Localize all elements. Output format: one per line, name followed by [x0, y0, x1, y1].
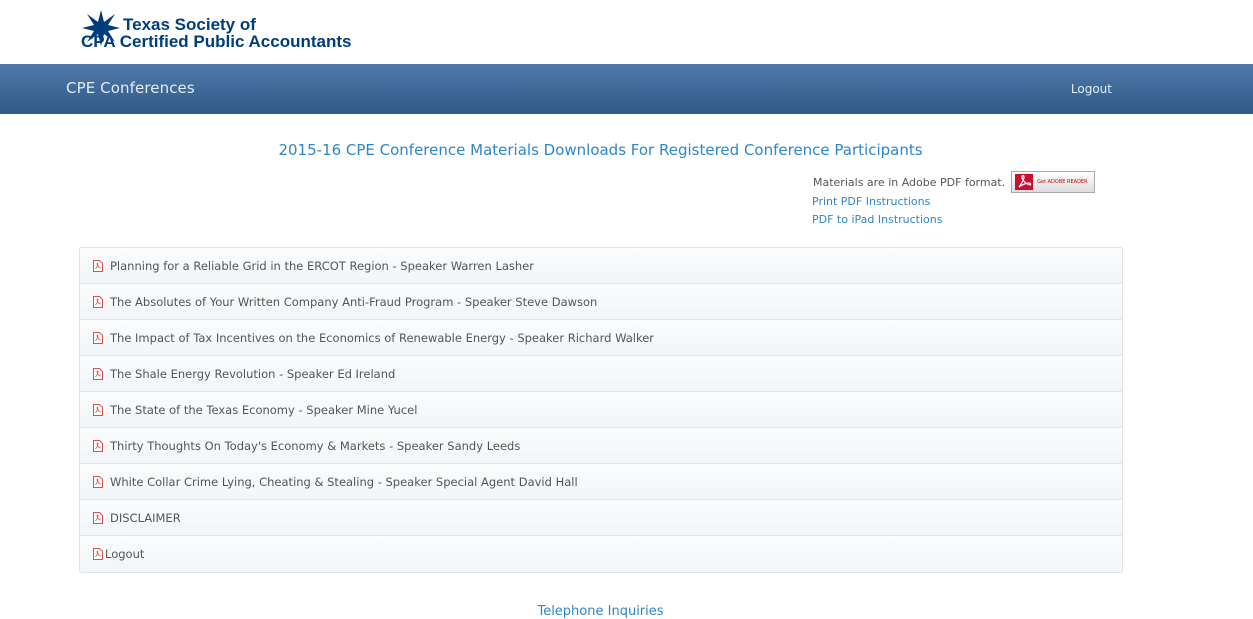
- list-item[interactable]: The Shale Energy Revolution - Speaker Ed…: [80, 356, 1122, 392]
- telephone-inquiries-heading: Telephone Inquiries: [537, 604, 664, 619]
- list-item-label: Logout: [105, 547, 145, 561]
- list-item[interactable]: The State of the Texas Economy - Speaker…: [80, 392, 1122, 428]
- pdf-file-icon: [93, 367, 103, 380]
- list-item[interactable]: White Collar Crime Lying, Cheating & Ste…: [80, 464, 1122, 500]
- list-item-logout[interactable]: Logout: [80, 536, 1122, 572]
- get-adobe-reader-button[interactable]: Get ADOBE READER: [1011, 171, 1096, 193]
- list-item[interactable]: Planning for a Reliable Grid in the ERCO…: [80, 248, 1122, 284]
- pdf-file-icon: [93, 548, 103, 560]
- logo-line2: CPA Certified Public Accountants: [81, 32, 352, 51]
- navbar: CPE Conferences Logout: [0, 64, 1253, 114]
- materials-list: Planning for a Reliable Grid in the ERCO…: [79, 247, 1123, 573]
- list-item-label: The State of the Texas Economy - Speaker…: [110, 402, 418, 417]
- list-item-disclaimer[interactable]: DISCLAIMER: [80, 500, 1122, 536]
- logo-area: Texas Society of CPA Certified Public Ac…: [0, 0, 1253, 64]
- pdf-to-ipad-instructions-link[interactable]: PDF to iPad Instructions: [812, 213, 943, 226]
- logo-text: Texas Society of CPA Certified Public Ac…: [81, 15, 351, 50]
- pdf-file-icon: [93, 259, 103, 272]
- list-item-label: Planning for a Reliable Grid in the ERCO…: [110, 258, 534, 273]
- adobe-badge-text: Get ADOBE READER: [1037, 179, 1088, 185]
- list-item-label: Thirty Thoughts On Today's Economy & Mar…: [110, 438, 521, 453]
- pdf-file-icon: [93, 475, 103, 488]
- list-item[interactable]: The Impact of Tax Incentives on the Econ…: [80, 320, 1122, 356]
- pdf-note-text: Materials are in Adobe PDF format.: [813, 175, 1006, 189]
- list-item[interactable]: The Absolutes of Your Written Company An…: [80, 284, 1122, 320]
- pdf-file-icon: [93, 295, 103, 308]
- nav-brand[interactable]: CPE Conferences: [66, 79, 195, 97]
- pdf-format-note: Materials are in Adobe PDF format. Get A…: [813, 171, 1096, 193]
- list-item-label: The Shale Energy Revolution - Speaker Ed…: [110, 366, 396, 381]
- list-item-label: The Absolutes of Your Written Company An…: [110, 294, 598, 309]
- print-pdf-instructions-link[interactable]: Print PDF Instructions: [812, 195, 930, 208]
- pdf-file-icon: [93, 439, 103, 452]
- list-item-label: DISCLAIMER: [110, 510, 181, 525]
- pdf-file-icon: [93, 331, 103, 344]
- list-item-label: The Impact of Tax Incentives on the Econ…: [110, 330, 655, 345]
- page-title: 2015-16 CPE Conference Materials Downloa…: [278, 141, 923, 159]
- logo-line1: Texas Society of: [123, 15, 256, 34]
- pdf-file-icon: [93, 403, 103, 416]
- nav-logout-link[interactable]: Logout: [1071, 82, 1112, 96]
- list-item[interactable]: Thirty Thoughts On Today's Economy & Mar…: [80, 428, 1122, 464]
- adobe-acrobat-icon: [1015, 174, 1034, 190]
- list-item-label: White Collar Crime Lying, Cheating & Ste…: [110, 474, 578, 489]
- tscpa-logo[interactable]: Texas Society of CPA Certified Public Ac…: [81, 8, 356, 58]
- pdf-file-icon: [93, 511, 103, 524]
